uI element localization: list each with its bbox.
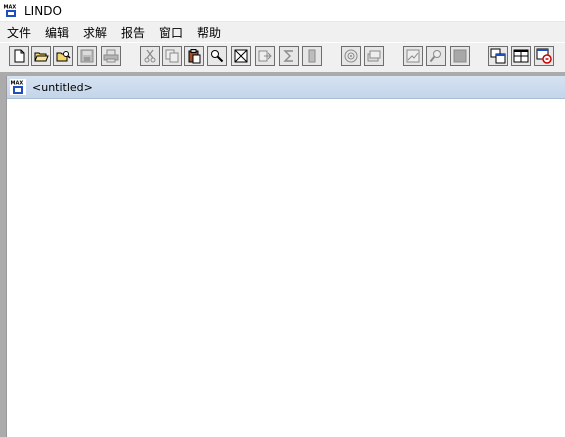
window-titlebar[interactable]: MAX LINDO (0, 0, 565, 22)
copy-button[interactable] (162, 46, 182, 66)
help-icon (536, 48, 552, 64)
print-button[interactable] (101, 46, 121, 66)
document-titlebar[interactable]: MAX <untitled> (7, 76, 565, 99)
open-button[interactable] (31, 46, 51, 66)
solve-target-icon (344, 49, 358, 63)
model-editor-area[interactable] (7, 99, 565, 437)
blank-tool-button[interactable] (302, 46, 322, 66)
print-icon (103, 49, 119, 63)
cut-button[interactable] (140, 46, 160, 66)
svg-text:MAX: MAX (11, 81, 24, 87)
toolbar (0, 42, 565, 73)
menu-file[interactable]: 文件 (5, 24, 33, 41)
menu-bar: 文件 编辑 求解 报告 窗口 帮助 (0, 22, 565, 42)
svg-text:MAX: MAX (4, 5, 17, 11)
open-folder-icon (34, 52, 49, 62)
menu-solve[interactable]: 求解 (81, 24, 109, 41)
zoom-button[interactable] (426, 46, 446, 66)
save-button[interactable] (77, 46, 97, 66)
compile-button[interactable] (364, 46, 384, 66)
tile-windows-button[interactable] (511, 46, 531, 66)
gray-tool-button[interactable] (450, 46, 470, 66)
copy-icon (165, 49, 179, 63)
graph-button[interactable] (403, 46, 423, 66)
export-arrow-icon (258, 50, 272, 62)
zoom-magnifier-icon (429, 50, 441, 63)
blank-bar-icon (308, 49, 316, 63)
paste-button[interactable] (184, 46, 204, 66)
send-to-back-button[interactable] (488, 46, 508, 66)
find-button[interactable] (207, 46, 227, 66)
menu-help[interactable]: 帮助 (195, 24, 223, 41)
solve-button[interactable] (341, 46, 361, 66)
help-button[interactable] (534, 46, 554, 66)
document-window: MAX <untitled> (6, 76, 565, 437)
new-button[interactable] (9, 46, 29, 66)
max-lp-app-icon: MAX (3, 3, 19, 18)
close-window-button[interactable] (231, 46, 251, 66)
send-to-back-icon (490, 48, 506, 64)
find-icon (211, 50, 224, 63)
export-button[interactable] (255, 46, 275, 66)
summary-button[interactable] (279, 46, 299, 66)
view-open-icon (56, 51, 71, 62)
tile-windows-icon (513, 49, 529, 63)
menu-edit[interactable]: 编辑 (43, 24, 71, 41)
max-lp-doc-icon[interactable]: MAX (10, 79, 26, 95)
view-button[interactable] (53, 46, 73, 66)
document-title: <untitled> (32, 81, 93, 94)
gray-square-icon (453, 49, 467, 63)
compile-stack-icon (367, 50, 381, 62)
save-disk-icon (80, 49, 94, 63)
sigma-summary-icon (283, 50, 293, 62)
paste-clipboard-icon (188, 49, 201, 64)
graph-chart-icon (406, 49, 420, 63)
window-title: LINDO (24, 4, 62, 18)
cut-scissors-icon (144, 49, 156, 63)
new-file-icon (14, 49, 25, 63)
close-window-icon (234, 49, 248, 63)
mdi-workspace: MAX <untitled> (0, 72, 565, 437)
menu-window[interactable]: 窗口 (157, 24, 185, 41)
menu-report[interactable]: 报告 (119, 24, 147, 41)
